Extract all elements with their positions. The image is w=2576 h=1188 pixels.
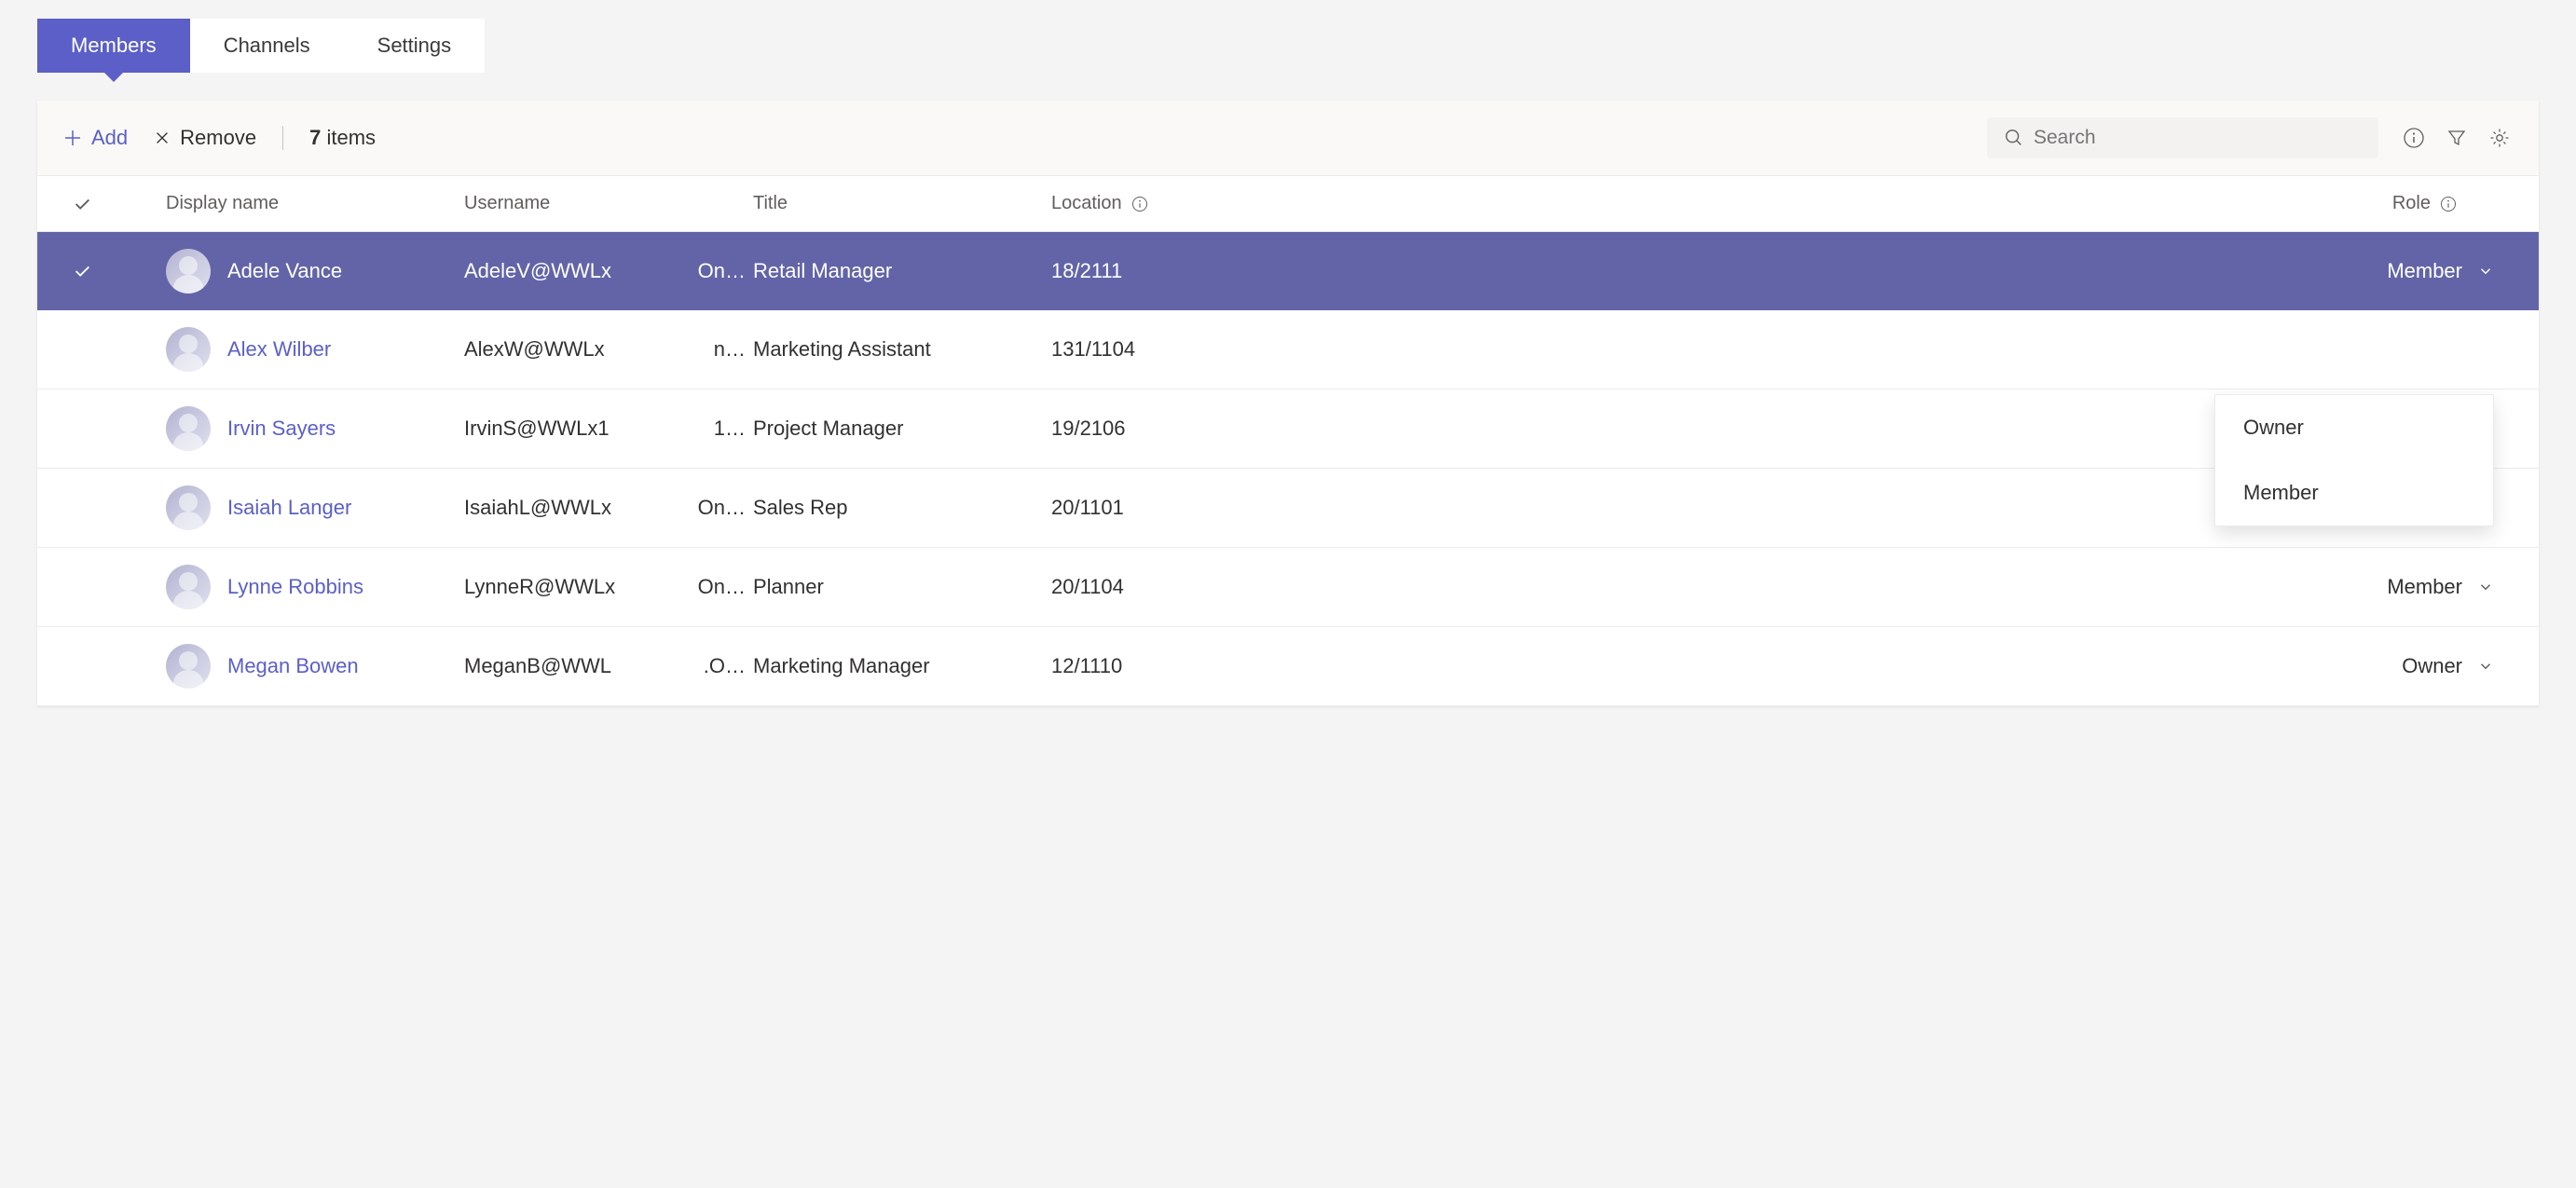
username-value: IrvinS@WWLx1 (464, 416, 678, 441)
col-location-label: Location (1051, 193, 1122, 214)
tabs: Members Channels Settings (37, 19, 2539, 73)
row-checkbox[interactable] (63, 261, 101, 281)
info-icon[interactable] (2401, 125, 2427, 151)
avatar (166, 644, 211, 689)
display-name-link[interactable]: Alex Wilber (227, 337, 331, 362)
add-button[interactable]: Add (63, 126, 128, 150)
role-selector[interactable]: Owner (1350, 654, 2513, 678)
table-row[interactable]: Alex Wilber AlexW@WWLx n… Marketing Assi… (37, 310, 2539, 389)
role-value: Member (2387, 259, 2462, 283)
col-display-name[interactable]: Display name (166, 193, 464, 214)
role-option-member[interactable]: Member (2215, 460, 2493, 526)
username-value: AlexW@WWLx (464, 337, 678, 362)
title-value: Planner (753, 575, 1051, 599)
role-selector[interactable]: Member (1350, 259, 2513, 283)
username-extra: On… (678, 259, 753, 283)
items-count-label: items (326, 126, 376, 149)
location-value: 18/2111 (1051, 259, 1350, 283)
tab-members[interactable]: Members (37, 19, 190, 73)
display-name-link[interactable]: Lynne Robbins (227, 575, 363, 599)
tab-settings[interactable]: Settings (344, 19, 486, 73)
info-icon[interactable] (2440, 196, 2457, 212)
display-name-link[interactable]: Megan Bowen (227, 654, 359, 678)
title-value: Retail Manager (753, 259, 1051, 283)
items-count: 7 items (309, 126, 376, 150)
location-value: 131/1104 (1051, 337, 1350, 362)
table-row[interactable]: Isaiah Langer IsaiahL@WWLx On… Sales Rep… (37, 469, 2539, 548)
avatar (166, 327, 211, 372)
display-name-link[interactable]: Isaiah Langer (227, 496, 351, 520)
role-option-owner[interactable]: Owner (2215, 395, 2493, 460)
username-extra: On… (678, 575, 753, 599)
chevron-down-icon (2477, 658, 2494, 675)
role-selector[interactable]: Member (1350, 575, 2513, 599)
location-value: 19/2106 (1051, 416, 1350, 441)
table-row[interactable]: Lynne Robbins LynneR@WWLx On… Planner 20… (37, 548, 2539, 627)
location-value: 12/1110 (1051, 654, 1350, 678)
plus-icon (63, 129, 82, 147)
search-box[interactable] (1987, 117, 2378, 158)
username-value: MeganB@WWL (464, 654, 678, 678)
toolbar: Add Remove 7 items (37, 101, 2539, 176)
role-value: Owner (2402, 654, 2462, 678)
col-role[interactable]: Role (1350, 193, 2513, 214)
table-row[interactable]: Adele Vance AdeleV@WWLx On… Retail Manag… (37, 232, 2539, 310)
location-value: 20/1104 (1051, 575, 1350, 599)
username-extra: .O… (678, 654, 753, 678)
username-value: LynneR@WWLx (464, 575, 678, 599)
toolbar-divider (282, 126, 283, 150)
table-row[interactable]: Megan Bowen MeganB@WWL .O… Marketing Man… (37, 627, 2539, 706)
title-value: Project Manager (753, 416, 1051, 441)
items-count-number: 7 (309, 126, 321, 149)
col-role-label: Role (2392, 193, 2431, 214)
title-value: Marketing Assistant (753, 337, 1051, 362)
select-all-checkbox[interactable] (63, 194, 101, 214)
grid-header: Display name Username Title Location Rol… (37, 176, 2539, 232)
table-row[interactable]: Irvin Sayers IrvinS@WWLx1 1… Project Man… (37, 389, 2539, 469)
col-location[interactable]: Location (1051, 193, 1350, 214)
username-extra: n… (678, 337, 753, 362)
chevron-down-icon (2477, 579, 2494, 595)
username-extra: 1… (678, 416, 753, 441)
members-panel: Add Remove 7 items (37, 101, 2539, 706)
username-extra: On… (678, 496, 753, 520)
title-value: Sales Rep (753, 496, 1051, 520)
col-title[interactable]: Title (753, 193, 1051, 214)
info-icon[interactable] (1131, 196, 1148, 212)
add-label: Add (91, 126, 128, 150)
avatar (166, 565, 211, 609)
title-value: Marketing Manager (753, 654, 1051, 678)
remove-button[interactable]: Remove (154, 126, 256, 150)
avatar (166, 485, 211, 530)
username-value: IsaiahL@WWLx (464, 496, 678, 520)
chevron-down-icon (2477, 263, 2494, 280)
avatar (166, 406, 211, 451)
filter-icon[interactable] (2444, 125, 2470, 151)
username-value: AdeleV@WWLx (464, 259, 678, 283)
x-icon (154, 130, 171, 146)
col-username[interactable]: Username (464, 193, 678, 214)
remove-label: Remove (180, 126, 256, 150)
location-value: 20/1101 (1051, 496, 1350, 520)
display-name-link[interactable]: Adele Vance (227, 259, 342, 283)
role-dropdown: Owner Member (2214, 394, 2494, 526)
tab-channels[interactable]: Channels (190, 19, 344, 73)
search-input[interactable] (2034, 127, 2362, 149)
members-grid: Display name Username Title Location Rol… (37, 176, 2539, 706)
display-name-link[interactable]: Irvin Sayers (227, 416, 336, 441)
gear-icon[interactable] (2487, 125, 2513, 151)
role-value: Member (2387, 575, 2462, 599)
search-icon (2004, 128, 2024, 148)
avatar (166, 249, 211, 294)
